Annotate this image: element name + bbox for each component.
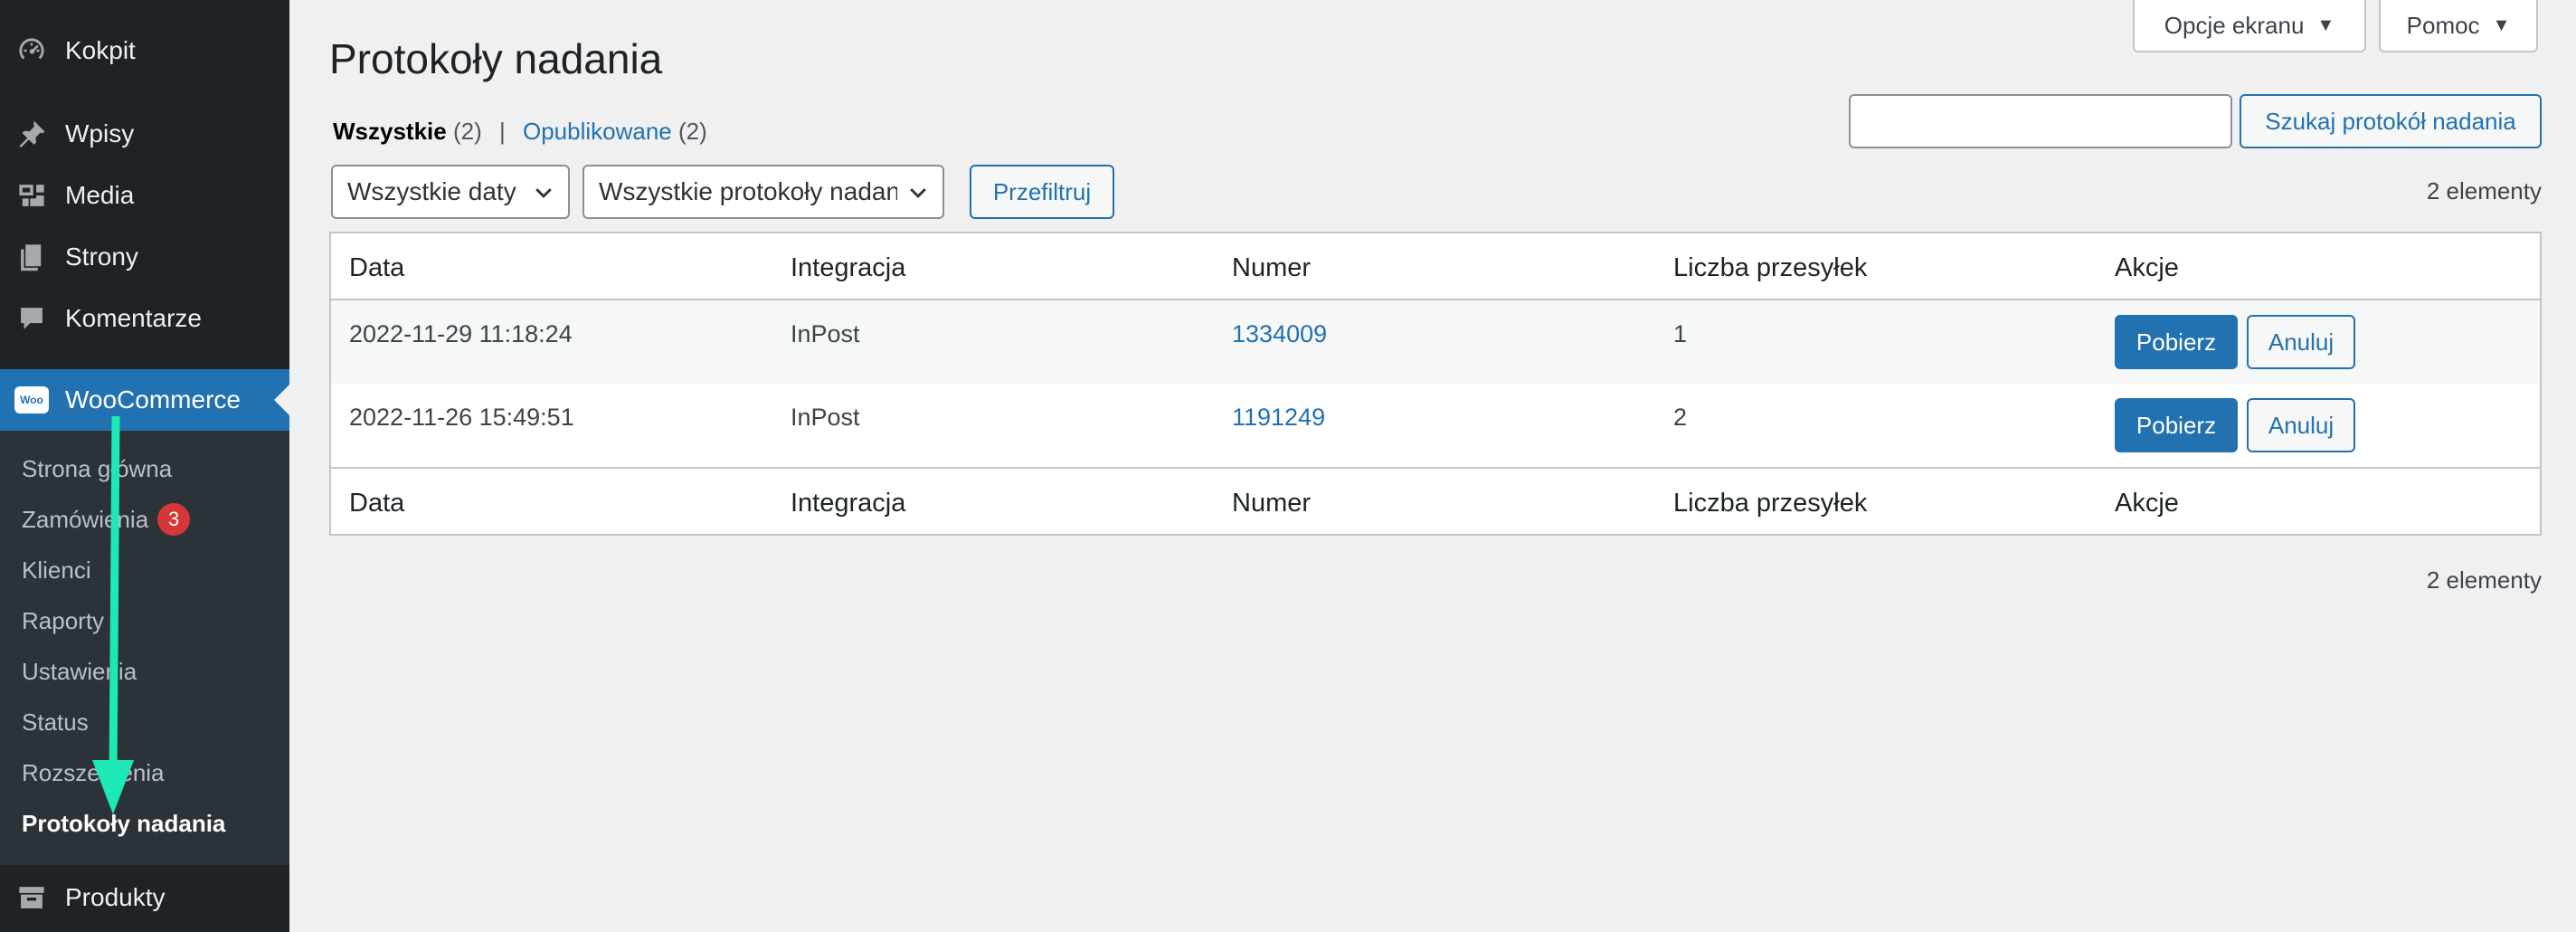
help-button[interactable]: Pomoc ▼ (2379, 0, 2538, 52)
page-title: Protokoły nadania (329, 35, 663, 82)
download-button[interactable]: Pobierz (2115, 315, 2238, 369)
current-menu-caret (274, 385, 289, 415)
submenu-label: Zamówienia (22, 505, 149, 533)
column-header-number[interactable]: Numer (1232, 253, 1311, 283)
help-label: Pomoc (2406, 11, 2480, 39)
protocol-filter-value: Wszystkie protokoły nadania (599, 177, 897, 205)
view-all-link[interactable]: Wszystkie (333, 118, 447, 145)
menu-label: Komentarze (65, 304, 202, 332)
main-content: Opcje ekranu ▼ Pomoc ▼ Protokoły nadania… (289, 0, 2576, 932)
menu-item-kokpit[interactable]: Kokpit (0, 20, 289, 81)
submenu-item-rozszerzenia[interactable]: Rozszerzenia (22, 755, 165, 791)
menu-label: WooCommerce (65, 385, 241, 414)
view-filters: Wszystkie (2) | Opublikowane (2) (333, 118, 707, 146)
column-footer-integration[interactable]: Integracja (791, 489, 905, 518)
table-header: Data Integracja Numer Liczba przesyłek A… (331, 233, 2540, 300)
menu-item-media[interactable]: Media (0, 165, 289, 226)
column-footer-count[interactable]: Liczba przesyłek (1673, 489, 1867, 518)
column-header-count[interactable]: Liczba przesyłek (1673, 253, 1867, 283)
submenu-label: Ustawienia (22, 657, 137, 685)
column-header-integration[interactable]: Integracja (791, 253, 905, 283)
view-separator: | (498, 118, 506, 145)
items-count-top: 2 elementy (2426, 177, 2542, 204)
submenu-item-klienci[interactable]: Klienci (22, 552, 91, 588)
submenu-item-zamowienia[interactable]: Zamówienia 3 (22, 501, 191, 537)
menu-item-strony[interactable]: Strony (0, 226, 289, 288)
menu-label: Wpisy (65, 119, 135, 147)
column-footer-date[interactable]: Data (349, 489, 404, 518)
submenu-item-raporty[interactable]: Raporty (22, 603, 104, 639)
row-count: 2 (1673, 404, 1688, 431)
woo-icon: Woo (14, 383, 49, 417)
row-count: 1 (1673, 320, 1688, 347)
view-published-link[interactable]: Opublikowane (523, 118, 672, 145)
table-row: 2022-11-29 11:18:24 InPost 1334009 1 Pob… (331, 300, 2540, 384)
submenu-item-ustawienia[interactable]: Ustawienia (22, 653, 137, 689)
row-date: 2022-11-29 11:18:24 (349, 320, 573, 347)
date-filter-value: Wszystkie daty (347, 177, 516, 205)
row-number-link[interactable]: 1334009 (1232, 320, 1327, 348)
submenu-label: Raporty (22, 606, 105, 634)
column-header-date[interactable]: Data (349, 253, 404, 283)
menu-item-wpisy[interactable]: Wpisy (0, 103, 289, 165)
view-all-count: (2) (452, 118, 482, 145)
row-integration: InPost (791, 404, 860, 431)
submenu-label: Strona główna (22, 454, 173, 482)
submenu-label: Protokoły nadania (22, 809, 226, 837)
menu-label: Kokpit (65, 36, 136, 64)
view-published-count: (2) (678, 118, 707, 145)
comment-icon (14, 301, 49, 336)
column-footer-actions: Akcje (2115, 489, 2179, 518)
column-footer-number[interactable]: Numer (1232, 489, 1311, 518)
row-number-link[interactable]: 1191249 (1232, 404, 1325, 432)
woocommerce-submenu: Strona główna Zamówienia 3 Klienci Rapor… (0, 431, 289, 865)
protocols-table: Data Integracja Numer Liczba przesyłek A… (329, 232, 2542, 536)
menu-item-woocommerce[interactable]: Woo WooCommerce (0, 369, 289, 431)
submenu-label: Rozszerzenia (22, 758, 165, 786)
cancel-button[interactable]: Anuluj (2247, 398, 2355, 452)
date-filter-select[interactable]: Wszystkie daty (331, 165, 570, 219)
submenu-label: Status (22, 708, 89, 736)
admin-sidebar: Kokpit Wpisy Media Strony Komentarze Woo… (0, 0, 289, 932)
triangle-down-icon: ▼ (2316, 14, 2335, 35)
dashboard-icon (14, 33, 49, 68)
menu-item-komentarze[interactable]: Komentarze (0, 288, 289, 349)
pin-icon (14, 117, 49, 151)
items-count-bottom: 2 elementy (2426, 566, 2542, 594)
screen-options-button[interactable]: Opcje ekranu ▼ (2133, 0, 2366, 52)
triangle-down-icon: ▼ (2492, 14, 2511, 35)
pages-icon (14, 240, 49, 274)
media-icon (14, 178, 49, 213)
orders-count-badge: 3 (157, 503, 191, 536)
menu-item-produkty[interactable]: Produkty (0, 867, 289, 928)
menu-label: Strony (65, 243, 138, 271)
row-integration: InPost (791, 320, 860, 347)
archive-icon (14, 880, 49, 915)
submenu-item-protokoly-nadania[interactable]: Protokoły nadania (22, 805, 225, 842)
chevron-down-icon (535, 188, 552, 198)
search-input[interactable] (1849, 94, 2232, 148)
menu-label: Media (65, 181, 135, 209)
menu-label: Produkty (65, 883, 166, 911)
download-button[interactable]: Pobierz (2115, 398, 2238, 452)
submenu-item-strona-glowna[interactable]: Strona główna (22, 451, 172, 487)
screen-options-label: Opcje ekranu (2164, 11, 2305, 39)
table-row: 2022-11-26 15:49:51 InPost 1191249 2 Pob… (331, 384, 2540, 467)
column-header-actions: Akcje (2115, 253, 2179, 282)
table-footer: Data Integracja Numer Liczba przesyłek A… (331, 467, 2540, 534)
filter-button[interactable]: Przefiltruj (970, 165, 1114, 219)
chevron-down-icon (910, 188, 926, 198)
woo-logo: Woo (14, 386, 49, 414)
protocol-filter-select[interactable]: Wszystkie protokoły nadania (582, 165, 944, 219)
submenu-label: Klienci (22, 556, 91, 584)
cancel-button[interactable]: Anuluj (2247, 315, 2355, 369)
row-date: 2022-11-26 15:49:51 (349, 404, 574, 431)
search-submit-button[interactable]: Szukaj protokół nadania (2240, 94, 2542, 148)
submenu-item-status[interactable]: Status (22, 704, 89, 740)
